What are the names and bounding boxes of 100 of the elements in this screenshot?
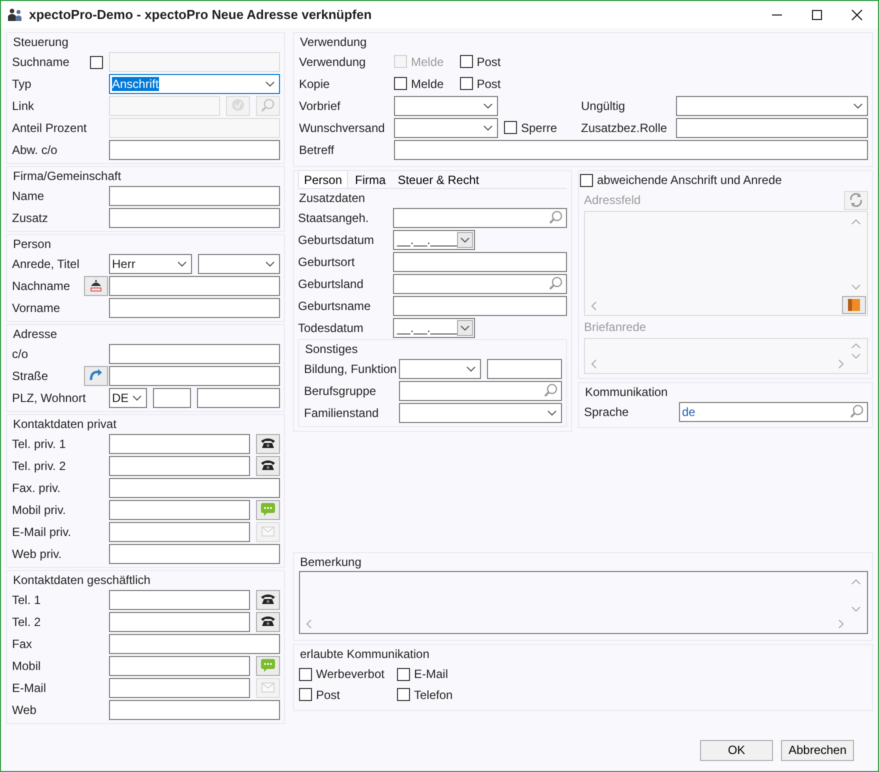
input-field[interactable] [109,140,280,160]
input-field[interactable] [109,344,280,364]
input-field[interactable] [109,612,250,632]
search-icon [260,98,276,114]
dialog-button[interactable]: Abbrechen [781,740,854,761]
search-field[interactable] [393,208,567,228]
input-field[interactable] [109,700,280,720]
search-field[interactable] [399,381,562,401]
checkbox[interactable] [299,688,312,702]
checkbox[interactable] [397,668,410,681]
people-icon [7,6,23,22]
address-button[interactable] [84,366,108,386]
tab[interactable]: Person [298,170,348,188]
chevron-down-icon [466,365,476,373]
field-label: Geburtsname [298,298,372,314]
text-area[interactable] [299,571,868,634]
dropdown[interactable] [399,359,481,379]
input-field[interactable] [109,298,280,318]
chevron-down-icon [547,409,557,417]
chevron-down-icon [132,394,142,402]
checkbox[interactable] [299,668,312,681]
close-icon [850,8,864,20]
tab[interactable]: Firma [350,172,391,188]
input-field[interactable] [109,678,250,698]
phone-button[interactable] [256,590,280,610]
dropdown[interactable]: Herr [109,254,192,274]
checkbox[interactable] [460,55,473,68]
field-label: Familienstand [304,406,380,420]
input-field[interactable] [394,140,868,160]
dialog-button[interactable]: OK [700,740,773,761]
field-label: Suchname [12,54,70,70]
group-title: Zusatzdaten [298,190,366,207]
input-field[interactable] [393,252,567,272]
checkbox[interactable] [460,77,473,90]
input-field[interactable] [109,478,280,498]
phone-button[interactable] [256,456,280,476]
input-field[interactable] [153,388,191,408]
input-field[interactable] [109,208,280,228]
checkbox-label: Post [476,76,501,92]
field-label: Sprache [584,404,630,420]
date-field[interactable]: __.__.____ [393,230,475,250]
tab[interactable]: Steuer & Recht [392,172,484,188]
search-icon [548,210,564,226]
search-field[interactable]: de [679,402,868,422]
lookup-button[interactable] [84,276,108,296]
checkbox[interactable] [580,174,593,186]
input-field[interactable] [109,456,250,476]
phone-button[interactable] [256,612,280,632]
input-field[interactable] [393,296,567,316]
field-label: Fax. priv. [12,480,62,496]
checkbox[interactable] [394,77,407,90]
checkbox[interactable] [90,56,102,68]
field-label: Mobil priv. [12,502,67,518]
phone-button[interactable] [256,434,280,454]
input-field[interactable] [109,276,280,296]
chevron-down-icon [483,124,493,132]
dropdown[interactable] [394,96,498,116]
dropdown[interactable]: Anschrift [109,74,280,94]
input-field[interactable] [109,522,250,542]
input-field[interactable] [109,656,250,676]
chat-bubble-icon [260,502,276,518]
field-label: Kopie [299,76,331,92]
dropdown[interactable] [399,403,562,423]
input-field[interactable] [109,186,280,206]
field-label: Todesdatum [298,320,364,336]
input-field[interactable] [109,634,280,654]
field-label: Name [12,188,46,204]
dropdown[interactable] [676,96,868,116]
checkbox-label: abweichende Anschrift und Anrede [597,172,782,188]
checkbox-label: Sperre [521,120,558,136]
input-field[interactable] [487,359,562,379]
input-field[interactable] [109,544,280,564]
field-label: PLZ, Wohnort [12,390,85,406]
dropdown[interactable] [198,254,280,274]
input-field[interactable] [109,434,250,454]
search-field[interactable] [393,274,567,294]
field-label: Ungültig [581,98,626,114]
dropdown[interactable]: DE [109,388,147,408]
field-label: Web priv. [12,546,63,562]
input-field[interactable] [109,366,280,386]
field-label: E-Mail [12,680,48,696]
field-label: Anrede, Titel [12,256,80,272]
checkbox-label: Melde [411,54,444,70]
chevron-down-icon [851,283,861,291]
field-label: Staatsangeh. [298,210,370,226]
field-label: Verwendung [299,54,367,70]
checkbox[interactable] [504,121,517,134]
group-title: Kontaktdaten geschäftlich [12,572,152,589]
input-field[interactable] [109,500,250,520]
checkbox-label: Melde [411,76,444,92]
group-title: Verwendung [299,34,368,51]
field-label: Adressfeld [584,192,641,208]
chevron-right-icon [837,619,845,630]
input-field[interactable] [197,388,280,408]
field-label: Geburtsort [298,254,356,270]
dropdown[interactable] [394,118,498,138]
date-field[interactable]: __.__.____ [393,318,475,338]
input-field[interactable] [109,590,250,610]
checkbox[interactable] [397,688,410,702]
input-field[interactable] [676,118,868,138]
